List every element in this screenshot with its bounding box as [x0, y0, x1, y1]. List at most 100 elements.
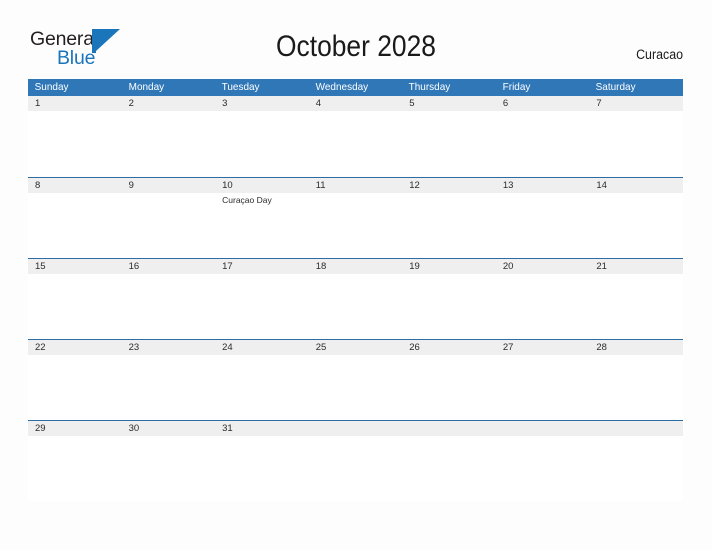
- day-events[interactable]: [309, 193, 403, 258]
- day-cell-empty: [309, 421, 403, 436]
- day-events[interactable]: [215, 111, 309, 176]
- day-cell[interactable]: 4: [309, 96, 403, 111]
- day-number: 2: [128, 98, 134, 109]
- day-events[interactable]: [122, 436, 216, 501]
- weekday-header-monday: Monday: [128, 81, 164, 93]
- day-cell-empty: [589, 421, 683, 436]
- day-cell[interactable]: 8: [28, 178, 122, 193]
- calendar-week-row: 29 30 31: [28, 420, 683, 501]
- day-events-empty: [402, 436, 496, 501]
- day-number: 11: [315, 180, 326, 191]
- week-date-band: 29 30 31: [28, 420, 683, 436]
- day-events[interactable]: [28, 436, 122, 501]
- day-events[interactable]: [309, 111, 403, 176]
- day-cell-empty: [402, 421, 496, 436]
- day-cell[interactable]: 25: [309, 340, 403, 355]
- day-cell[interactable]: 15: [28, 259, 122, 274]
- day-events[interactable]: [28, 274, 122, 339]
- weekday-header-tuesday: Tuesday: [221, 81, 260, 93]
- day-events[interactable]: [122, 355, 216, 420]
- day-events[interactable]: [402, 111, 496, 176]
- page-title: October 2028: [276, 30, 436, 63]
- weekday-header-friday: Friday: [502, 81, 531, 93]
- day-cell[interactable]: 7: [589, 96, 683, 111]
- day-events[interactable]: [309, 355, 403, 420]
- page-header: General Blue October 2028 Curacao: [0, 0, 712, 78]
- day-number: 12: [409, 180, 420, 191]
- day-events[interactable]: [496, 355, 590, 420]
- day-cell[interactable]: 24: [215, 340, 309, 355]
- day-events[interactable]: [28, 355, 122, 420]
- week-event-layer: Curaçao Day: [28, 193, 683, 258]
- day-cell[interactable]: 29: [28, 421, 122, 436]
- calendar-week-row: 22 23 24 25 26 27 28: [28, 339, 683, 420]
- day-cell[interactable]: 14: [589, 178, 683, 193]
- day-cell[interactable]: 12: [402, 178, 496, 193]
- day-cell[interactable]: 13: [496, 178, 590, 193]
- calendar-grid: Sunday Monday Tuesday Wednesday Thursday…: [28, 79, 683, 501]
- day-number: 4: [315, 98, 321, 109]
- day-cell[interactable]: 16: [122, 259, 216, 274]
- day-cell[interactable]: 6: [496, 96, 590, 111]
- week-date-band: 1 2 3 4 5 6 7: [28, 96, 683, 111]
- day-number: 22: [35, 342, 46, 353]
- day-cell[interactable]: 3: [215, 96, 309, 111]
- day-cell[interactable]: 9: [122, 178, 216, 193]
- day-cell[interactable]: 21: [589, 259, 683, 274]
- day-events[interactable]: [28, 193, 122, 258]
- day-events[interactable]: [402, 193, 496, 258]
- day-events[interactable]: Curaçao Day: [215, 193, 309, 258]
- day-number: 10: [222, 180, 233, 191]
- day-cell[interactable]: 26: [402, 340, 496, 355]
- day-cell[interactable]: 30: [122, 421, 216, 436]
- day-number: 18: [315, 261, 327, 272]
- day-cell[interactable]: 10: [215, 178, 309, 193]
- day-events[interactable]: [215, 355, 309, 420]
- day-events[interactable]: [402, 274, 496, 339]
- day-cell[interactable]: 18: [309, 259, 403, 274]
- day-number: 8: [35, 180, 41, 191]
- day-number: 14: [596, 180, 607, 191]
- day-cell[interactable]: 5: [402, 96, 496, 111]
- day-events[interactable]: [309, 274, 403, 339]
- day-events[interactable]: [215, 436, 309, 501]
- week-event-layer: [28, 274, 683, 339]
- day-events[interactable]: [496, 111, 590, 176]
- day-cell[interactable]: 22: [28, 340, 122, 355]
- day-number: 20: [502, 261, 514, 272]
- day-number: 27: [502, 342, 514, 353]
- day-number: 16: [128, 261, 140, 272]
- day-cell[interactable]: 11: [309, 178, 403, 193]
- day-cell[interactable]: 17: [215, 259, 309, 274]
- day-events[interactable]: [122, 111, 216, 176]
- day-cell[interactable]: 1: [28, 96, 122, 111]
- week-date-band: 15 16 17 18 19 20 21: [28, 258, 683, 274]
- weekday-header-wednesday: Wednesday: [315, 81, 368, 93]
- day-events[interactable]: [28, 111, 122, 176]
- day-events[interactable]: [589, 193, 683, 258]
- day-cell[interactable]: 27: [496, 340, 590, 355]
- day-cell[interactable]: 28: [589, 340, 683, 355]
- week-date-band: 8 9 10 11 12 13 14: [28, 177, 683, 193]
- day-events[interactable]: [215, 274, 309, 339]
- day-events[interactable]: [589, 111, 683, 176]
- day-number: 6: [502, 98, 509, 109]
- day-cell[interactable]: 2: [122, 96, 216, 111]
- weekday-header-thursday: Thursday: [408, 81, 451, 93]
- day-number: 24: [222, 342, 233, 353]
- day-events[interactable]: [589, 274, 683, 339]
- weekday-header-saturday: Saturday: [596, 81, 636, 93]
- day-cell[interactable]: 19: [402, 259, 496, 274]
- day-events[interactable]: [402, 355, 496, 420]
- day-cell[interactable]: 31: [215, 421, 309, 436]
- day-cell[interactable]: 20: [496, 259, 590, 274]
- day-cell[interactable]: 23: [122, 340, 216, 355]
- day-events[interactable]: [122, 193, 216, 258]
- day-number: 5: [409, 98, 415, 109]
- day-number: 30: [128, 423, 140, 434]
- day-events[interactable]: [496, 193, 590, 258]
- day-events[interactable]: [496, 274, 590, 339]
- day-events[interactable]: [122, 274, 216, 339]
- calendar-week-row: 8 9 10 11 12 13 14 Curaçao Day: [28, 177, 683, 258]
- day-events[interactable]: [589, 355, 683, 420]
